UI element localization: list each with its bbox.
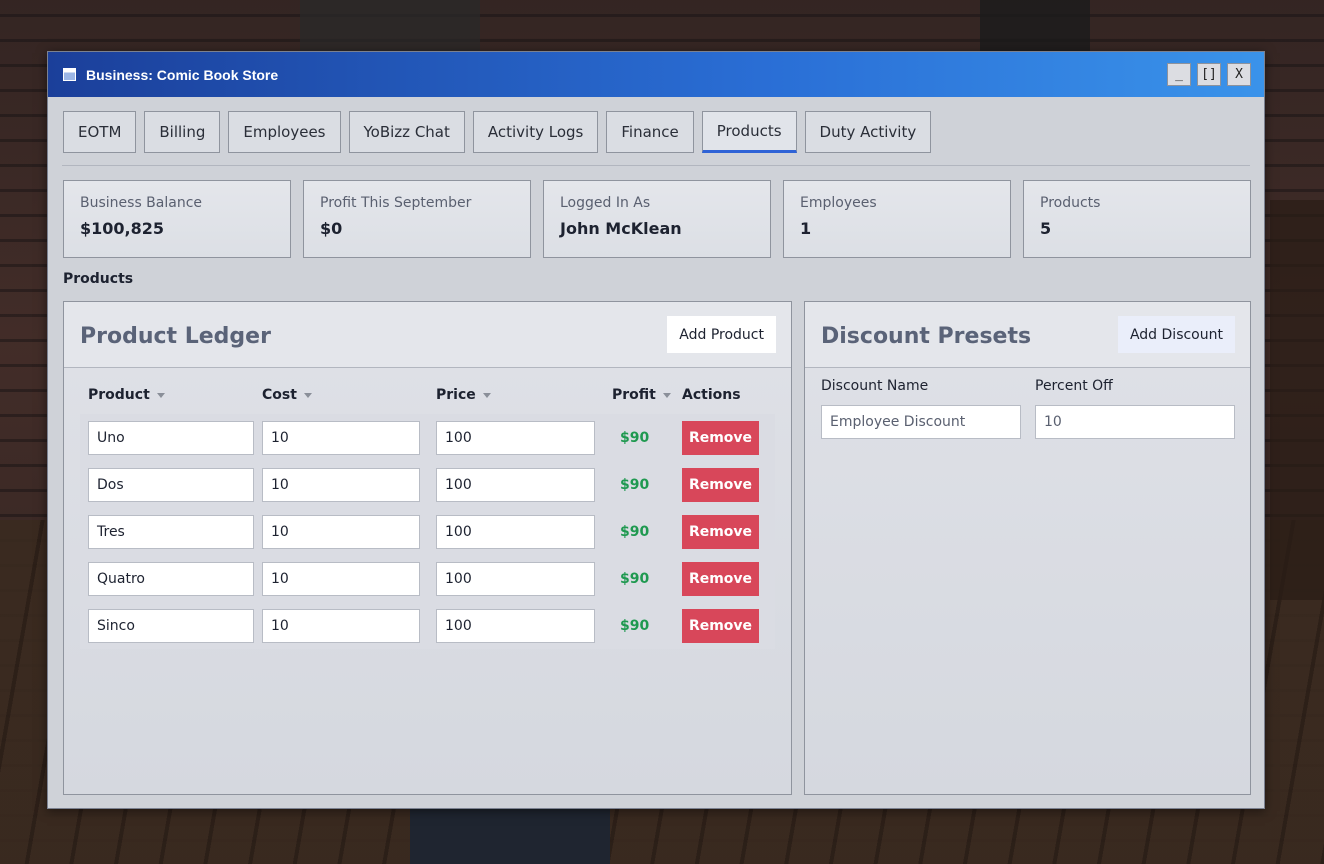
stat-card-business-balance: Business Balance $100,825 (63, 180, 291, 258)
profit-value: $90 (620, 617, 650, 634)
tab-billing[interactable]: Billing (144, 111, 221, 153)
background-object (1270, 200, 1324, 600)
table-row: Tres 10 100 $90 Remove (80, 508, 775, 555)
product-name-input[interactable]: Sinco (88, 608, 254, 643)
discount-name-label: Discount Name (821, 378, 929, 394)
percent-off-label: Percent Off (1035, 378, 1113, 394)
table-header: Product Cost Price Profit Actions (80, 384, 775, 406)
tab-eotm[interactable]: EOTM (63, 111, 137, 153)
stat-value: 5 (1040, 219, 1052, 238)
panel-title: Product Ledger (80, 324, 271, 349)
percent-off-input[interactable]: 10 (1035, 405, 1235, 439)
stat-label: Logged In As (560, 195, 651, 211)
stat-value: John McKlean (560, 219, 682, 238)
discount-inputs: Employee Discount 10 (821, 405, 1235, 439)
tab-activity-logs[interactable]: Activity Logs (472, 111, 599, 153)
profit-value: $90 (620, 523, 650, 540)
discount-name-input[interactable]: Employee Discount (821, 405, 1021, 439)
column-label: Actions (682, 387, 741, 403)
background-object (410, 808, 610, 864)
divider (62, 165, 1250, 166)
add-discount-button[interactable]: Add Discount (1117, 316, 1235, 353)
window-controls: _ [] X (1167, 63, 1251, 86)
column-label: Price (436, 387, 476, 403)
panel-header: Product Ledger Add Product (64, 302, 791, 368)
product-table: Product Cost Price Profit Actions Uno 10… (80, 384, 775, 649)
remove-button[interactable]: Remove (682, 420, 759, 455)
remove-button[interactable]: Remove (682, 467, 759, 502)
column-header-cost[interactable]: Cost (262, 387, 436, 403)
remove-button[interactable]: Remove (682, 561, 759, 596)
window-icon (63, 68, 76, 81)
panel-title: Discount Presets (821, 324, 1032, 349)
sort-caret-icon (303, 392, 312, 398)
price-input[interactable]: 100 (436, 608, 595, 643)
table-row: Dos 10 100 $90 Remove (80, 461, 775, 508)
cost-input[interactable]: 10 (262, 514, 420, 549)
tab-yobizz-chat[interactable]: YoBizz Chat (348, 111, 465, 153)
tab-products[interactable]: Products (701, 111, 797, 153)
tab-finance[interactable]: Finance (606, 111, 694, 153)
stat-value: $100,825 (80, 219, 165, 238)
maximize-button[interactable]: [] (1197, 63, 1221, 86)
stat-card-profit: Profit This September $0 (303, 180, 531, 258)
close-button[interactable]: X (1227, 63, 1251, 86)
column-label: Cost (262, 387, 297, 403)
window-title: Business: Comic Book Store (86, 66, 279, 83)
column-header-price[interactable]: Price (436, 387, 612, 403)
profit-value: $90 (620, 570, 650, 587)
remove-button[interactable]: Remove (682, 608, 759, 643)
stat-label: Business Balance (80, 195, 203, 211)
tab-bar: EOTM Billing Employees YoBizz Chat Activ… (63, 111, 932, 153)
discount-presets-panel: Discount Presets Add Discount Discount N… (804, 301, 1251, 795)
tab-employees[interactable]: Employees (228, 111, 341, 153)
cost-input[interactable]: 10 (262, 561, 420, 596)
stat-card-employees: Employees 1 (783, 180, 1011, 258)
product-name-input[interactable]: Tres (88, 514, 254, 549)
column-label: Profit (612, 387, 656, 403)
sort-caret-icon (482, 392, 491, 398)
remove-button[interactable]: Remove (682, 514, 759, 549)
minimize-button[interactable]: _ (1167, 63, 1191, 86)
stat-value: $0 (320, 219, 343, 238)
column-header-profit[interactable]: Profit (612, 387, 682, 403)
sort-caret-icon (156, 392, 165, 398)
table-row: Quatro 10 100 $90 Remove (80, 555, 775, 602)
cost-input[interactable]: 10 (262, 467, 420, 502)
stats-row: Business Balance $100,825 Profit This Se… (63, 180, 1251, 258)
panel-header: Discount Presets Add Discount (805, 302, 1250, 368)
section-heading: Products (63, 271, 134, 287)
cost-input[interactable]: 10 (262, 420, 420, 455)
profit-value: $90 (620, 476, 650, 493)
product-name-input[interactable]: Uno (88, 420, 254, 455)
product-ledger-panel: Product Ledger Add Product Product Cost … (63, 301, 792, 795)
product-name-input[interactable]: Quatro (88, 561, 254, 596)
business-window: Business: Comic Book Store _ [] X EOTM B… (47, 51, 1265, 809)
stat-label: Profit This September (320, 195, 472, 211)
add-product-button[interactable]: Add Product (667, 316, 776, 353)
table-row: Uno 10 100 $90 Remove (80, 414, 775, 461)
column-label: Product (88, 387, 150, 403)
title-bar[interactable]: Business: Comic Book Store _ [] X (48, 52, 1264, 97)
stat-label: Products (1040, 195, 1101, 211)
stat-label: Employees (800, 195, 877, 211)
table-body: Uno 10 100 $90 Remove Dos 10 100 $90 Rem… (80, 414, 775, 649)
cost-input[interactable]: 10 (262, 608, 420, 643)
price-input[interactable]: 100 (436, 420, 595, 455)
stat-value: 1 (800, 219, 812, 238)
price-input[interactable]: 100 (436, 561, 595, 596)
product-name-input[interactable]: Dos (88, 467, 254, 502)
column-header-product[interactable]: Product (80, 387, 262, 403)
table-row: Sinco 10 100 $90 Remove (80, 602, 775, 649)
profit-value: $90 (620, 429, 650, 446)
sort-caret-icon (662, 392, 671, 398)
price-input[interactable]: 100 (436, 514, 595, 549)
discount-labels: Discount Name Percent Off (821, 378, 1113, 394)
background-object (980, 0, 1090, 55)
stat-card-products: Products 5 (1023, 180, 1251, 258)
stat-card-logged-in-as: Logged In As John McKlean (543, 180, 771, 258)
tab-duty-activity[interactable]: Duty Activity (804, 111, 932, 153)
column-header-actions: Actions (682, 387, 772, 403)
price-input[interactable]: 100 (436, 467, 595, 502)
